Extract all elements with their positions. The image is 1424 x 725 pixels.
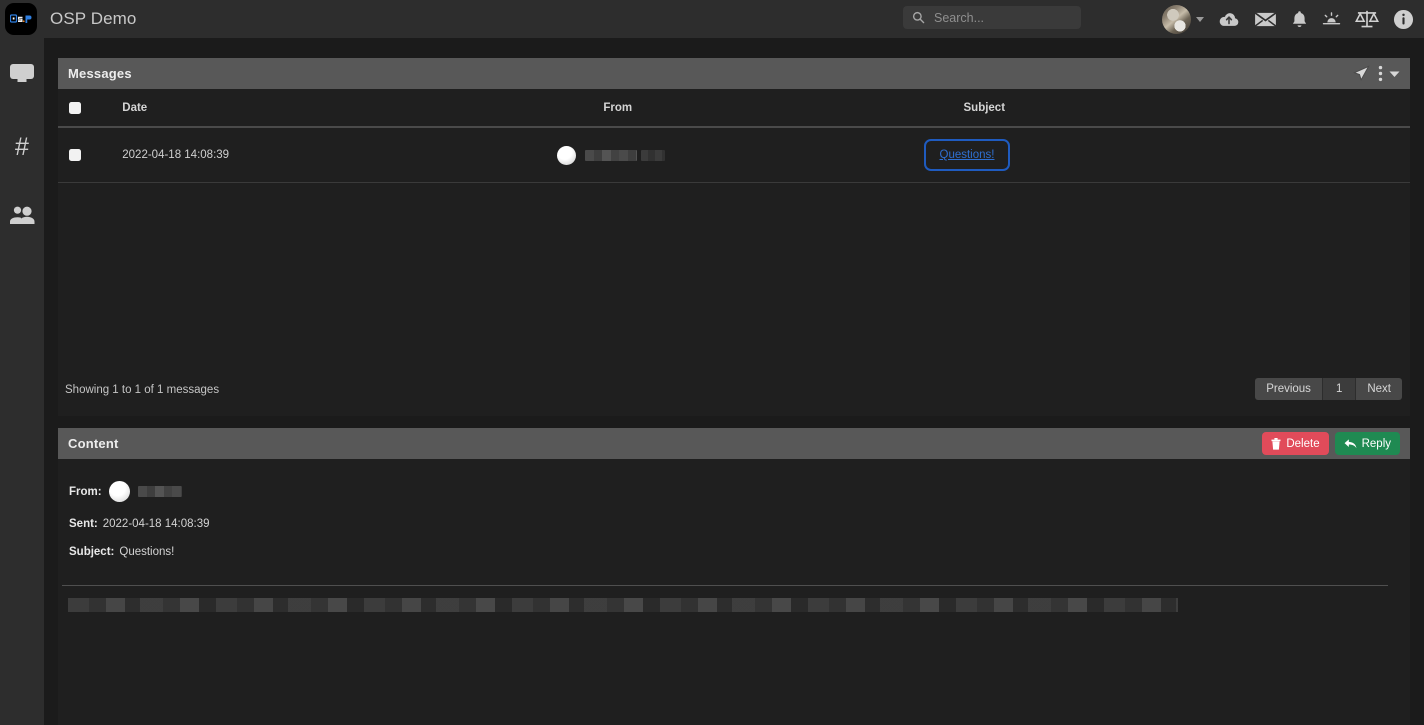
messages-panel-header: Messages (58, 58, 1410, 89)
avatar (108, 481, 130, 502)
row-from (547, 127, 906, 183)
content-sent-label: Sent: (69, 518, 98, 530)
messages-panel-title: Messages (68, 66, 132, 81)
pagination: Previous 1 Next (1255, 378, 1402, 400)
row-subject: Questions! (905, 127, 1410, 183)
column-header-from[interactable]: From (547, 89, 906, 128)
select-all-header (58, 89, 89, 128)
top-bar: OSP Demo (0, 0, 1424, 38)
content-panel: Content Delete Reply From: Sent: 2022-04… (58, 428, 1410, 725)
reply-arrow-icon (1344, 438, 1357, 448)
top-icon-group (1162, 0, 1414, 38)
table-row[interactable]: 2022-04-18 14:08:39 Questions! (58, 127, 1410, 183)
mail-icon[interactable] (1254, 11, 1277, 28)
content-subject-label: Subject: (69, 546, 115, 558)
row-date: 2022-04-18 14:08:39 (88, 127, 548, 183)
table-header-row: Date From Subject (58, 89, 1410, 128)
messages-table-container: Date From Subject 2022-04-18 14:08:39 Qu… (58, 89, 1410, 416)
redacted-sender-name (137, 486, 182, 497)
showing-entries-text: Showing 1 to 1 of 1 messages (65, 384, 220, 396)
column-header-subject[interactable]: Subject (905, 89, 1410, 128)
pagination-page-1[interactable]: 1 (1322, 378, 1357, 400)
content-divider (62, 585, 1388, 586)
row-select-cell (58, 127, 89, 183)
content-from-label: From: (69, 485, 102, 498)
osp-logo-icon (10, 13, 32, 23)
table-footer: Showing 1 to 1 of 1 messages Previous 1 … (58, 376, 1410, 416)
hash-icon: # (15, 132, 29, 161)
app-logo[interactable] (5, 3, 37, 35)
search-input[interactable] (932, 7, 1067, 28)
messages-panel: Messages Date From Subject 2022-04-18 14… (58, 58, 1410, 416)
reply-button-label: Reply (1361, 437, 1391, 450)
delete-button[interactable]: Delete (1262, 432, 1329, 455)
main-content: Messages Date From Subject 2022-04-18 14… (44, 38, 1424, 725)
content-from-row: From: (69, 481, 1410, 502)
messages-table: Date From Subject 2022-04-18 14:08:39 Qu… (58, 89, 1410, 183)
search-box[interactable] (903, 6, 1081, 29)
bell-icon[interactable] (1291, 10, 1308, 29)
delete-button-label: Delete (1286, 437, 1320, 450)
monitor-icon (10, 63, 34, 82)
redacted-message-body (68, 598, 1178, 612)
app-title: OSP Demo (50, 9, 137, 28)
avatar (1162, 4, 1191, 34)
message-content-body: From: Sent: 2022-04-18 14:08:39 Subject:… (58, 459, 1410, 725)
user-avatar-button[interactable] (1162, 4, 1204, 34)
message-subject-link[interactable]: Questions! (923, 139, 1011, 171)
content-sent-value: 2022-04-18 14:08:39 (102, 518, 210, 530)
users-icon (10, 206, 35, 224)
content-subject-value: Questions! (119, 546, 175, 558)
more-vertical-icon[interactable] (1378, 65, 1383, 82)
pagination-next[interactable]: Next (1356, 378, 1402, 400)
redacted-sender-name (585, 149, 638, 161)
avatar (557, 145, 577, 165)
send-icon[interactable] (1353, 65, 1370, 82)
content-sent-row: Sent: 2022-04-18 14:08:39 (69, 518, 1410, 530)
row-checkbox[interactable] (69, 149, 81, 161)
pagination-previous[interactable]: Previous (1255, 378, 1323, 400)
scales-icon[interactable] (1355, 9, 1379, 29)
chevron-down-icon[interactable] (1196, 16, 1204, 22)
content-panel-header: Content Delete Reply (58, 428, 1410, 459)
chevron-down-icon[interactable] (1389, 70, 1400, 78)
select-all-checkbox[interactable] (69, 102, 81, 114)
content-panel-title: Content (68, 436, 119, 451)
trash-icon (1271, 437, 1281, 450)
sidebar-item-desktop[interactable] (0, 38, 44, 108)
sidebar-item-channels[interactable]: # (0, 116, 44, 178)
sidebar-item-users[interactable] (0, 184, 44, 246)
sidebar: # (0, 38, 44, 725)
content-subject-row: Subject: Questions! (69, 546, 1410, 558)
cloud-upload-icon[interactable] (1218, 11, 1240, 28)
info-icon[interactable] (1393, 9, 1414, 30)
reply-button[interactable]: Reply (1334, 432, 1400, 455)
redacted-sender-name-extra (641, 149, 666, 161)
column-header-date[interactable]: Date (88, 89, 548, 128)
brightness-icon[interactable] (1322, 11, 1341, 27)
search-icon (912, 11, 925, 24)
app-root: OSP Demo Search... # Messages Date From … (0, 0, 1424, 725)
